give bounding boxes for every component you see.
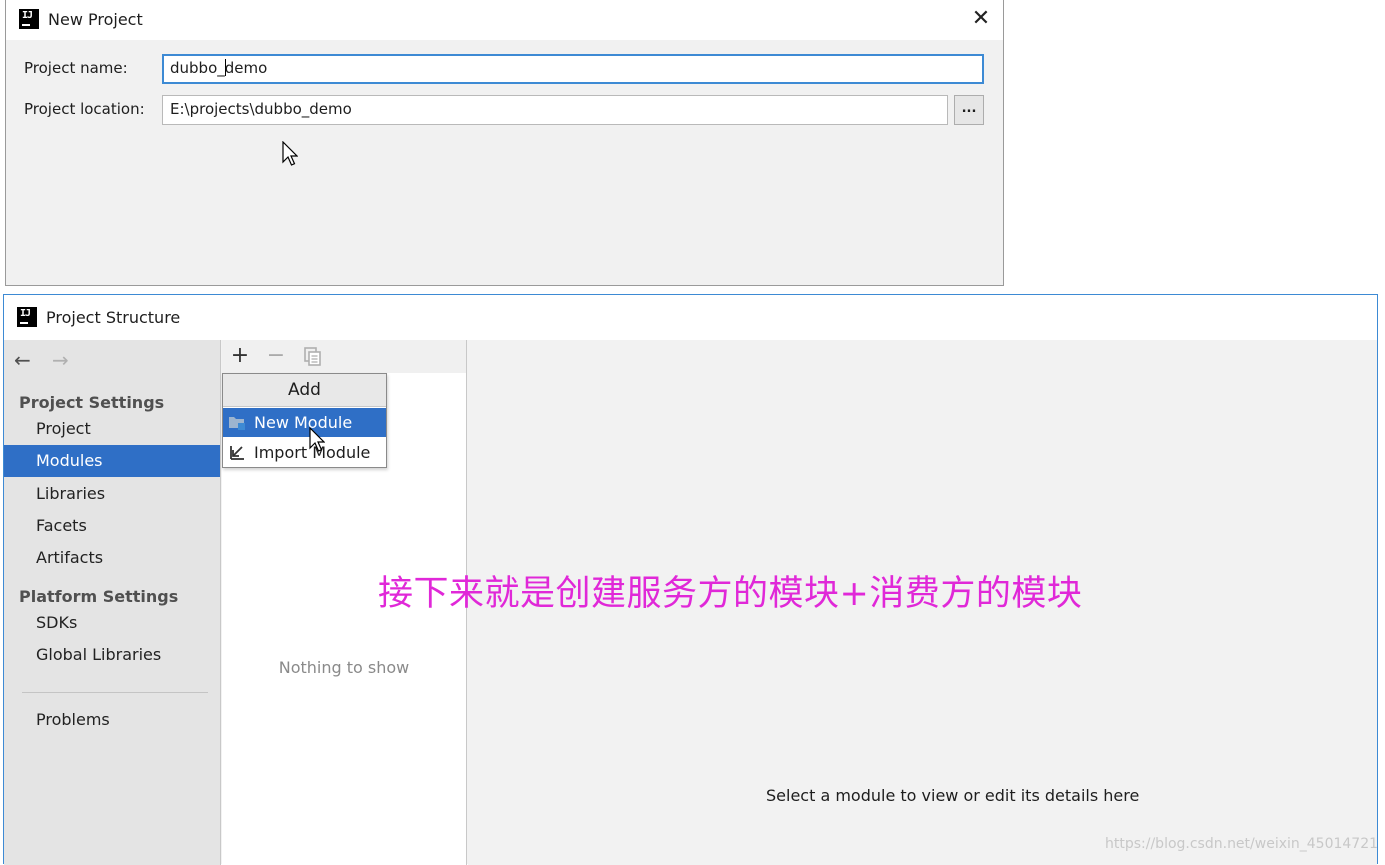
- project-settings-header: Project Settings: [19, 393, 165, 412]
- sidebar-item-problems[interactable]: Problems: [4, 704, 220, 736]
- project-name-input[interactable]: dubbo_demo: [162, 54, 984, 84]
- project-name-value-end: demo: [224, 59, 268, 77]
- menu-item-import-module[interactable]: Import Module: [223, 438, 386, 467]
- mouse-cursor-icon: [282, 141, 298, 166]
- intellij-logo-icon: IJ: [17, 307, 37, 327]
- overlay-caption: 接下来就是创建服务方的模块+消费方的模块: [378, 574, 1083, 614]
- copy-icon[interactable]: [300, 344, 324, 368]
- forward-arrow-icon[interactable]: →: [52, 350, 69, 370]
- project-name-value-start: dubbo_: [170, 59, 225, 77]
- module-folder-icon: [229, 417, 245, 430]
- plus-icon[interactable]: +: [228, 344, 252, 368]
- sidebar-item-facets[interactable]: Facets: [4, 510, 220, 542]
- project-name-label: Project name:: [24, 59, 128, 77]
- add-popup-menu: Add New Module Import Module: [222, 373, 387, 468]
- minus-icon[interactable]: −: [264, 344, 288, 368]
- new-project-dialog: IJ New Project ✕ Project name: dubbo_dem…: [5, 0, 1004, 286]
- menu-item-label: Import Module: [254, 443, 371, 462]
- detail-hint-text: Select a module to view or edit its deta…: [766, 786, 1140, 805]
- title-bar: IJ Project Structure: [4, 295, 1377, 340]
- platform-settings-header: Platform Settings: [19, 587, 179, 606]
- watermark: https://blog.csdn.net/weixin_45014721: [1105, 836, 1379, 852]
- project-location-label: Project location:: [24, 100, 145, 118]
- module-list-toolbar: + −: [222, 340, 466, 373]
- sidebar-item-artifacts[interactable]: Artifacts: [4, 542, 220, 574]
- sidebar-item-libraries[interactable]: Libraries: [4, 478, 220, 510]
- intellij-logo-icon: IJ: [19, 9, 39, 29]
- sidebar-item-project[interactable]: Project: [4, 413, 220, 445]
- title-bar: IJ New Project ✕: [6, 0, 1003, 40]
- sidebar-item-sdks[interactable]: SDKs: [4, 607, 220, 639]
- sidebar-divider: [22, 692, 208, 693]
- dialog-title: Project Structure: [46, 308, 181, 327]
- menu-item-label: New Module: [254, 413, 353, 432]
- back-arrow-icon[interactable]: ←: [14, 350, 31, 370]
- import-icon: [230, 446, 244, 460]
- dialog-title: New Project: [48, 10, 143, 29]
- sidebar-item-modules[interactable]: Modules: [4, 445, 220, 477]
- browse-button[interactable]: ...: [954, 95, 984, 125]
- sidebar-item-global-libraries[interactable]: Global Libraries: [4, 639, 220, 671]
- settings-sidebar: ← → Project Settings Project Modules Lib…: [4, 340, 221, 865]
- menu-item-new-module[interactable]: New Module: [223, 408, 386, 437]
- popup-header: Add: [223, 374, 386, 407]
- close-icon[interactable]: ✕: [970, 6, 992, 32]
- empty-list-message: Nothing to show: [278, 658, 410, 677]
- project-location-input[interactable]: E:\projects\dubbo_demo: [162, 95, 948, 125]
